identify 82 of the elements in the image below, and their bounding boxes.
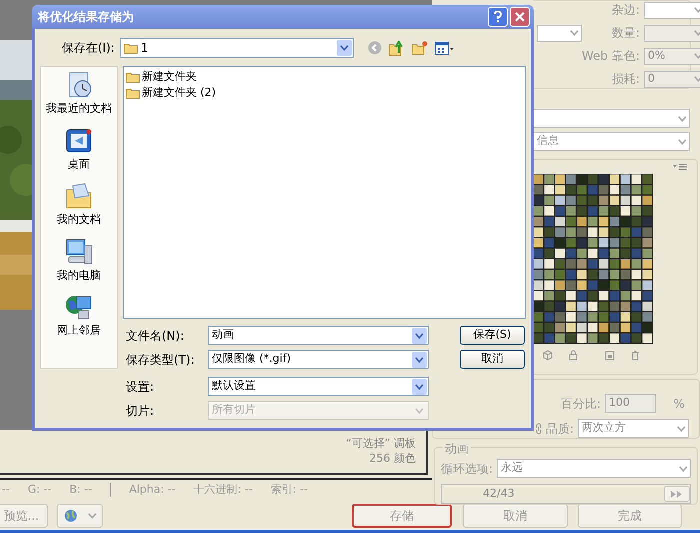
panel-menu-icon[interactable]	[673, 163, 687, 171]
help-button[interactable]	[488, 7, 508, 27]
help-icon	[494, 11, 502, 23]
status-readout: Alpha: --	[129, 482, 176, 498]
folder-dropdown[interactable]: 1	[120, 38, 354, 58]
places-item[interactable]: 我的电脑	[57, 238, 101, 284]
setting-label: 损耗:	[610, 71, 642, 88]
dialog-button[interactable]: 取消	[460, 350, 525, 369]
caret-icon	[694, 53, 700, 59]
lock-icon[interactable]	[568, 350, 579, 361]
trash-icon[interactable]	[630, 350, 641, 361]
new-swatch-icon[interactable]	[605, 350, 616, 361]
window-title: 将优化结果存储为	[38, 9, 135, 26]
field-label: 切片:	[125, 402, 156, 420]
file-item[interactable]: 新建文件夹 (2)	[126, 85, 523, 101]
desktop-icon	[65, 126, 93, 154]
frame-counter: 42/43	[483, 486, 515, 502]
dropdown-field[interactable]: 仅限图像 (*.gif)	[208, 350, 429, 369]
next-frame-button[interactable]	[664, 486, 690, 502]
places-item[interactable]: 桌面	[65, 126, 93, 173]
setting-label: Web 靠色:	[582, 48, 642, 65]
globe-computer-icon	[65, 293, 93, 321]
save-in-label: 保存在(I):	[62, 40, 116, 57]
folder-icon	[124, 42, 138, 54]
field-label: 保存类型(T):	[125, 352, 196, 368]
dropdown-field[interactable]: 默认设置	[208, 377, 429, 396]
loop-label: 循环选项:	[441, 460, 494, 478]
caret-icon	[678, 466, 688, 472]
status-readout: 十六进制: --	[194, 482, 253, 498]
close-icon	[515, 12, 525, 22]
new-folder-icon[interactable]	[412, 41, 428, 55]
dialog-button[interactable]: 保存(S)	[460, 326, 525, 345]
computer-icon	[65, 238, 93, 266]
caret-icon	[678, 116, 686, 122]
caret-icon	[694, 7, 700, 13]
caret-icon	[676, 426, 686, 432]
field-label: 设置:	[125, 378, 156, 396]
caret-icon	[415, 408, 424, 414]
caret-icon	[415, 384, 424, 390]
status-readout: G: --	[28, 482, 52, 498]
places-item[interactable]: 我最近的文档	[46, 71, 112, 118]
places-item[interactable]: 网上邻居	[57, 293, 101, 340]
dropdown-field[interactable]: 动画	[208, 326, 429, 345]
palette-info-text: 256 颜色	[368, 451, 416, 466]
palette-info-text: “可选择” 调板	[345, 436, 416, 451]
caret-icon	[678, 138, 686, 144]
caret-icon	[570, 30, 578, 36]
places-item[interactable]: 我的文档	[57, 182, 101, 228]
field-label: 文件名(N):	[125, 328, 186, 344]
dropdown[interactable]	[533, 109, 690, 128]
caret-icon	[694, 76, 700, 82]
status-readout: 索引: --	[270, 482, 308, 498]
fast-forward-icon	[671, 490, 683, 498]
folder-icon	[126, 72, 140, 82]
browser-button[interactable]	[57, 504, 103, 528]
globe-icon	[64, 509, 78, 523]
back-icon[interactable]	[368, 41, 382, 55]
file-item[interactable]: 新建文件夹	[126, 69, 523, 85]
folder-icon	[65, 182, 93, 210]
dropdown[interactable]: 两次立方	[578, 419, 689, 438]
setting-label: 杂边:	[610, 2, 642, 19]
dropdown[interactable]	[644, 2, 700, 18]
status-readout: B: --	[70, 482, 92, 498]
folder-icon	[126, 88, 140, 98]
percent-label: 百分比:	[561, 396, 602, 412]
caret-icon	[694, 30, 700, 36]
quality-label: 品质:	[546, 420, 576, 438]
dropdown-field: 所有切片	[208, 401, 429, 420]
dropdown[interactable]: 永远	[497, 459, 691, 478]
caret-icon	[88, 513, 96, 519]
close-button[interactable]	[510, 7, 530, 27]
view-menu-icon[interactable]	[435, 42, 455, 54]
caret-icon	[340, 45, 349, 51]
setting-label: 数量:	[610, 25, 642, 42]
dropdown[interactable]: 信息	[533, 132, 690, 151]
up-folder-icon[interactable]	[389, 40, 405, 56]
link-icon	[536, 422, 542, 434]
caret-icon	[415, 356, 424, 362]
percent-unit: %	[674, 396, 686, 412]
caret-icon	[415, 332, 424, 338]
status-readout: --	[2, 482, 10, 498]
cube-icon[interactable]	[543, 350, 554, 361]
